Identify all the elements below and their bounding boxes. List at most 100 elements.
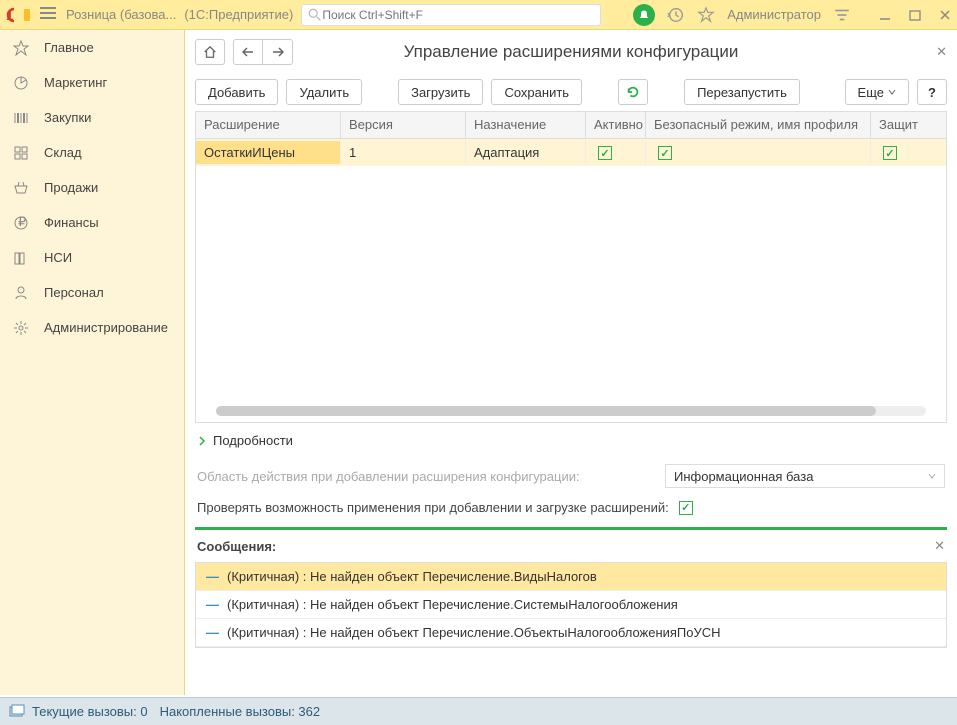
page-title: Управление расширениями конфигурации (185, 42, 957, 62)
save-button[interactable]: Сохранить (491, 79, 582, 105)
sidebar-item-purchases[interactable]: Закупки (0, 100, 184, 135)
cell-protect[interactable] (871, 141, 946, 165)
delete-button[interactable]: Удалить (286, 79, 362, 105)
status-accum: Накопленные вызовы: 362 (160, 704, 321, 719)
scope-value: Информационная база (674, 469, 813, 484)
refresh-button[interactable] (618, 79, 648, 105)
message-text: (Критичная) : Не найден объект Перечисле… (227, 625, 721, 640)
add-button[interactable]: Добавить (195, 79, 278, 105)
cell-safemode[interactable] (646, 141, 871, 165)
messages-close-icon[interactable]: ✕ (934, 538, 945, 554)
hamburger-icon[interactable] (40, 7, 56, 23)
coin-icon: ₽ (12, 214, 30, 232)
chevron-right-icon (197, 436, 207, 446)
sidebar-item-nsi[interactable]: НСИ (0, 240, 184, 275)
message-row[interactable]: — (Критичная) : Не найден объект Перечис… (196, 591, 946, 619)
titlebar: 1 Розница (базова... (1С:Предприятие) Ад… (0, 0, 957, 30)
person-icon (12, 284, 30, 302)
titlebar-right: Администратор (633, 4, 951, 26)
sidebar-label: Склад (44, 145, 82, 160)
app-logo: 1 (6, 5, 32, 25)
search-wrap[interactable] (301, 4, 601, 26)
check-label: Проверять возможность применения при доб… (197, 500, 669, 515)
forward-button[interactable] (263, 39, 293, 65)
sidebar-item-marketing[interactable]: Маркетинг (0, 65, 184, 100)
search-input[interactable] (322, 8, 594, 22)
sidebar-label: Администрирование (44, 320, 168, 335)
cell-active[interactable] (586, 141, 646, 165)
scope-row: Область действия при добавлении расширен… (185, 458, 957, 494)
sidebar-label: Маркетинг (44, 75, 107, 90)
star-icon (12, 39, 30, 57)
table-header: Расширение Версия Назначение Активно Без… (196, 112, 946, 139)
extensions-table: Расширение Версия Назначение Активно Без… (195, 111, 947, 423)
statusbar: Текущие вызовы: 0 Накопленные вызовы: 36… (0, 697, 957, 725)
col-extension[interactable]: Расширение (196, 112, 341, 138)
sidebar-item-sales[interactable]: Продажи (0, 170, 184, 205)
basket-icon (12, 179, 30, 197)
svg-text:₽: ₽ (18, 215, 26, 229)
minimize-icon[interactable] (879, 9, 891, 21)
details-toggle[interactable]: Подробности (185, 423, 957, 458)
message-text: (Критичная) : Не найден объект Перечисле… (227, 597, 678, 612)
main-area: Управление расширениями конфигурации ✕ Д… (185, 30, 957, 695)
help-button[interactable]: ? (917, 79, 947, 105)
message-row[interactable]: — (Критичная) : Не найден объект Перечис… (196, 563, 946, 591)
sidebar-label: НСИ (44, 250, 72, 265)
cell-version: 1 (341, 141, 466, 164)
barcode-icon (12, 109, 30, 127)
history-icon[interactable] (667, 6, 685, 24)
sidebar-label: Закупки (44, 110, 91, 125)
messages-title: Сообщения: (197, 539, 276, 554)
checkbox-icon[interactable] (883, 146, 897, 160)
sidebar-item-warehouse[interactable]: Склад (0, 135, 184, 170)
gear-icon (12, 319, 30, 337)
more-label: Еще (858, 85, 884, 100)
dash-icon: — (206, 625, 219, 640)
sidebar-item-personnel[interactable]: Персонал (0, 275, 184, 310)
sidebar-item-admin[interactable]: Администрирование (0, 310, 184, 345)
checkbox-icon[interactable] (658, 146, 672, 160)
dash-icon: — (206, 597, 219, 612)
checkbox-icon[interactable] (598, 146, 612, 160)
restart-button[interactable]: Перезапустить (684, 79, 800, 105)
message-row[interactable]: — (Критичная) : Не найден объект Перечис… (196, 619, 946, 647)
books-icon (12, 249, 30, 267)
chevron-down-icon (888, 88, 896, 96)
page-close-icon[interactable]: ✕ (936, 44, 947, 60)
message-text: (Критичная) : Не найден объект Перечисле… (227, 569, 597, 584)
messages-header: Сообщения: ✕ (185, 530, 957, 562)
settings-lines-icon[interactable] (833, 6, 851, 24)
check-applicability-checkbox[interactable] (679, 501, 693, 515)
col-purpose[interactable]: Назначение (466, 112, 586, 138)
search-icon (308, 8, 322, 22)
back-button[interactable] (233, 39, 263, 65)
col-safemode[interactable]: Безопасный режим, имя профиля (646, 112, 871, 138)
load-button[interactable]: Загрузить (398, 79, 483, 105)
close-icon[interactable] (939, 9, 951, 21)
more-button[interactable]: Еще (845, 79, 909, 105)
scope-select[interactable]: Информационная база (665, 464, 945, 488)
status-current: Текущие вызовы: 0 (32, 704, 148, 719)
col-protect[interactable]: Защит (871, 112, 946, 138)
sidebar-item-finance[interactable]: ₽ Финансы (0, 205, 184, 240)
check-row: Проверять возможность применения при доб… (185, 494, 957, 521)
maximize-icon[interactable] (909, 9, 921, 21)
app-subtitle: (1С:Предприятие) (184, 7, 293, 22)
table-row[interactable]: ОстаткиИЦены 1 Адаптация (196, 139, 946, 166)
window-controls (879, 9, 951, 21)
home-button[interactable] (195, 39, 225, 65)
user-label[interactable]: Администратор (727, 7, 821, 22)
col-active[interactable]: Активно (586, 112, 646, 138)
sidebar-item-main[interactable]: Главное (0, 30, 184, 65)
notification-bell[interactable] (633, 4, 655, 26)
cell-purpose: Адаптация (466, 141, 586, 164)
col-version[interactable]: Версия (341, 112, 466, 138)
status-icon (8, 703, 26, 721)
horizontal-scrollbar[interactable] (196, 402, 946, 420)
favorite-icon[interactable] (697, 6, 715, 24)
messages-list: — (Критичная) : Не найден объект Перечис… (195, 562, 947, 648)
toolbar: Добавить Удалить Загрузить Сохранить Пер… (185, 73, 957, 111)
sidebar-label: Персонал (44, 285, 104, 300)
chevron-down-icon (928, 472, 936, 480)
